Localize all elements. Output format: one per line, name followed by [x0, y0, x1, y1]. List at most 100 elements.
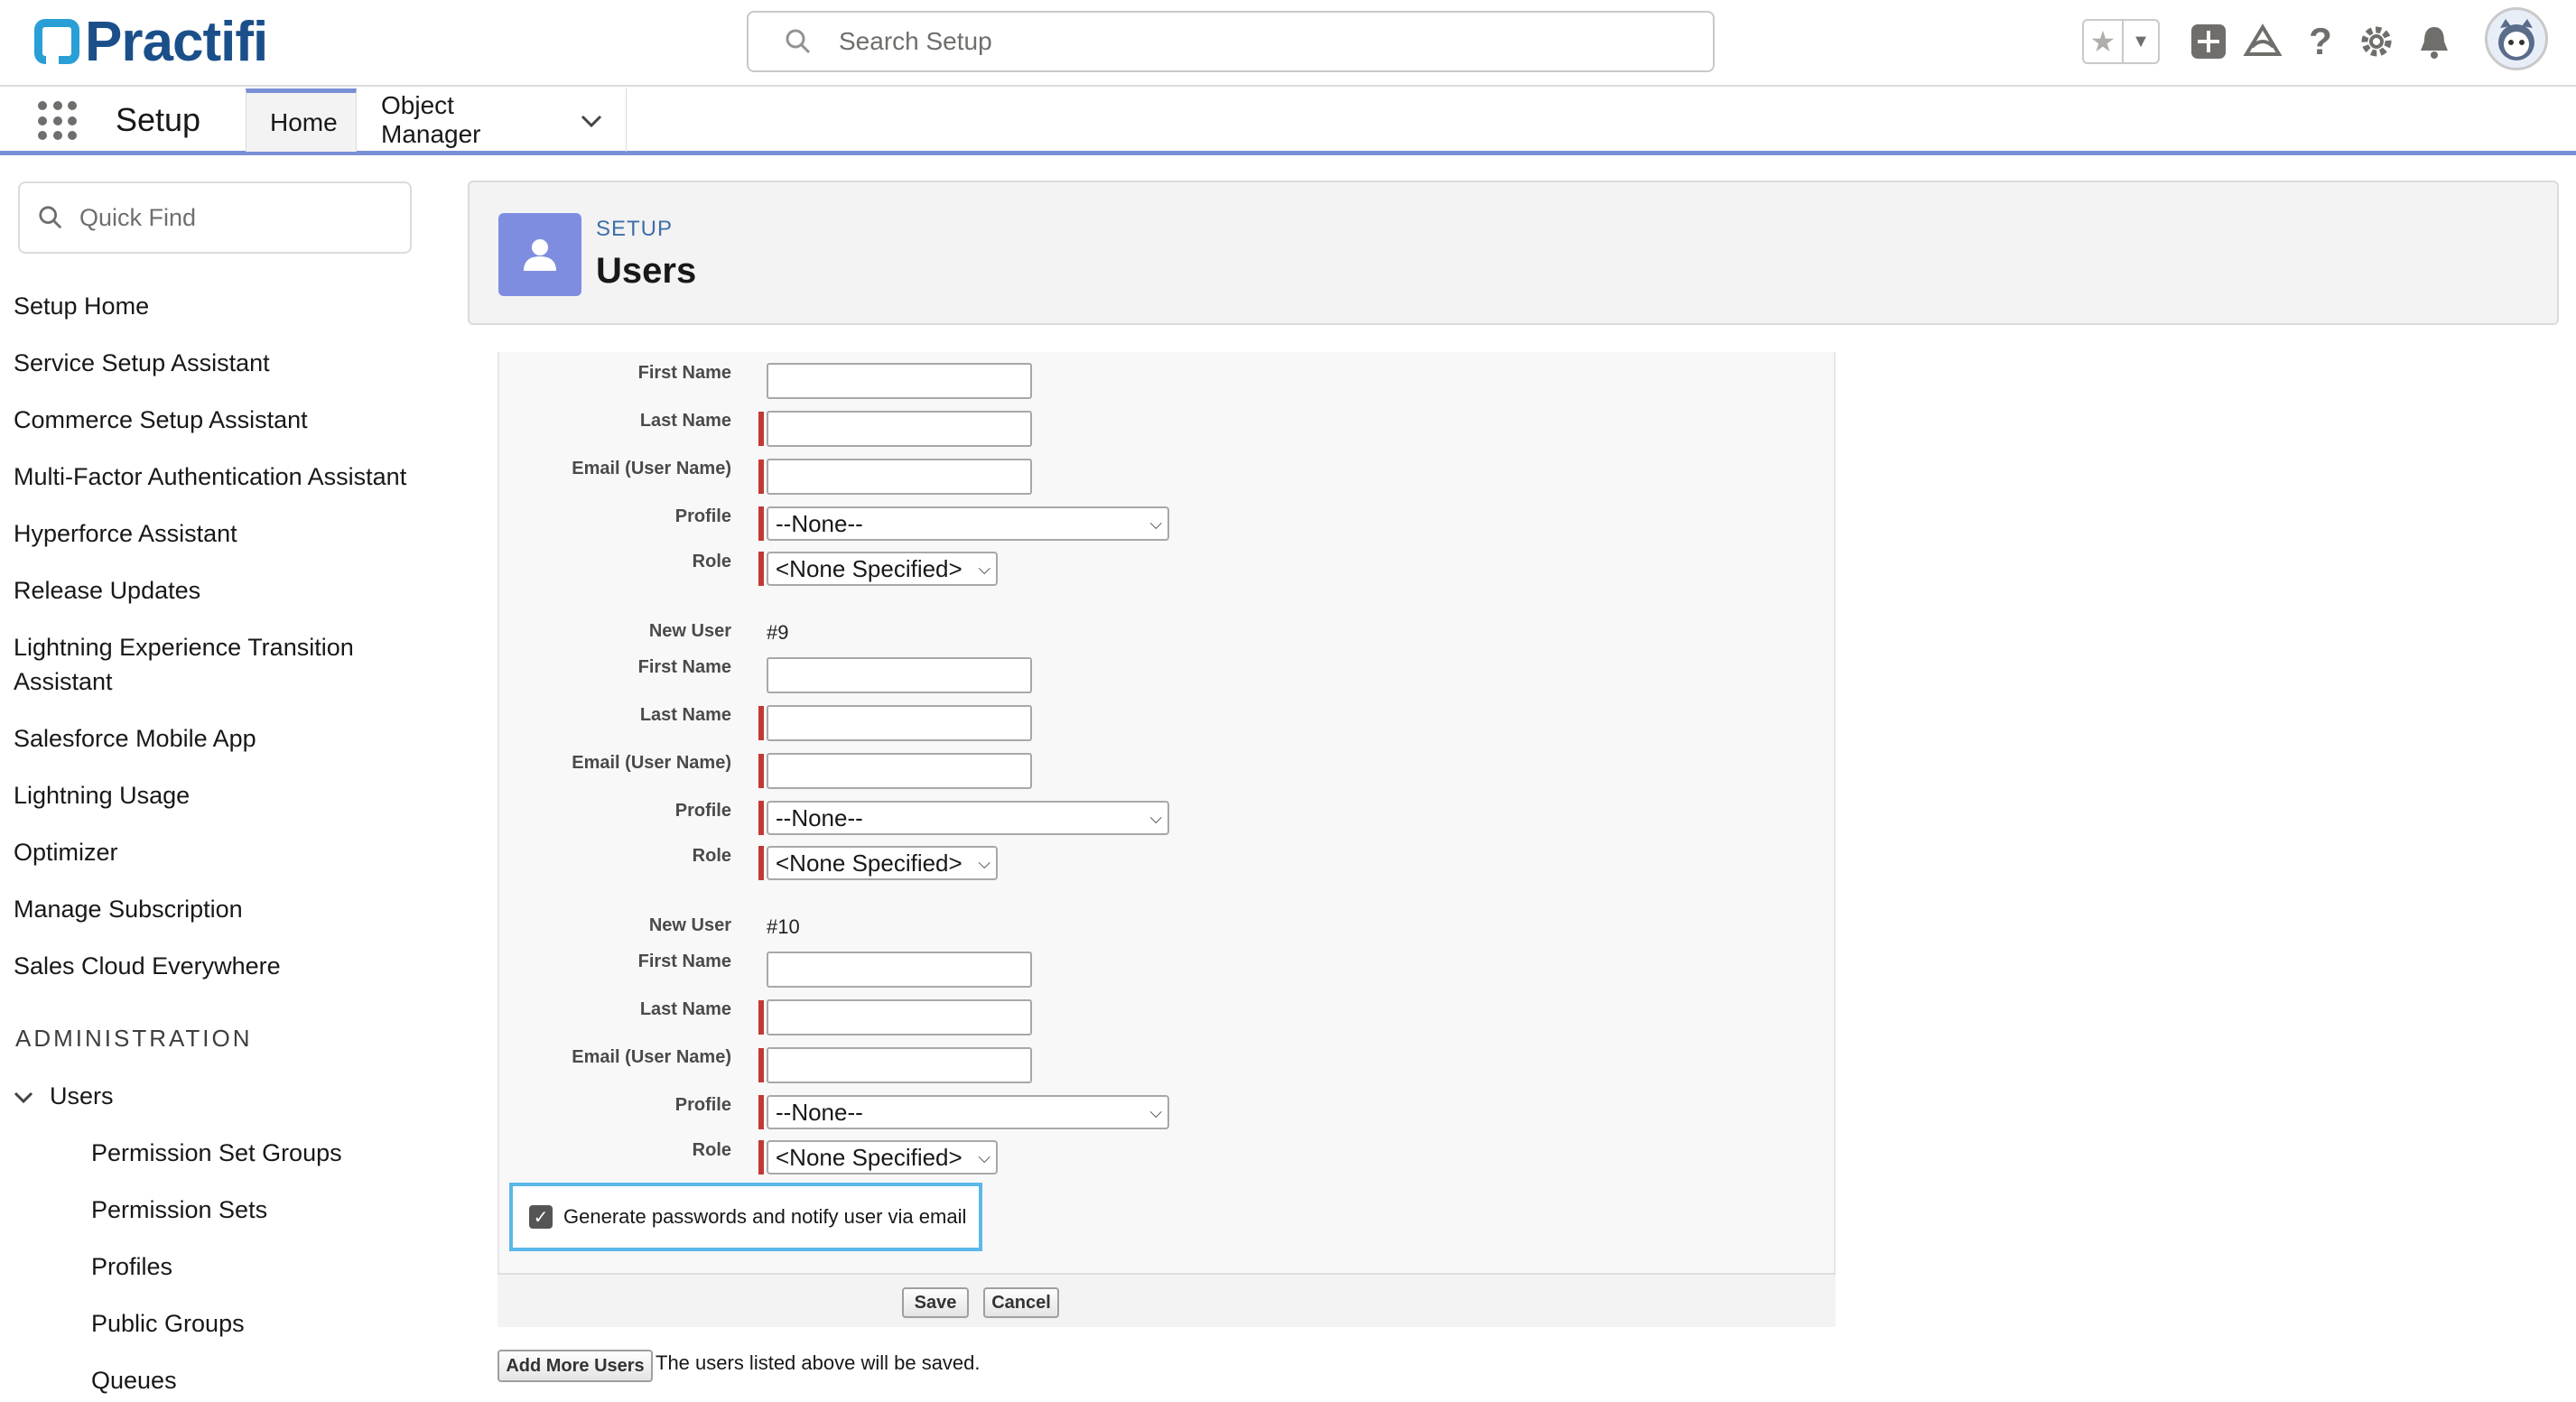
help-icon[interactable]: ?	[2301, 20, 2340, 62]
required-indicator	[758, 1000, 764, 1035]
chevron-down-icon: ⌵	[1149, 514, 1162, 533]
email-field[interactable]	[767, 753, 1032, 789]
chevron-down-icon: ⌵	[978, 853, 990, 872]
first-name-field[interactable]	[767, 363, 1032, 399]
favorite-star-icon[interactable]: ★	[2084, 21, 2122, 62]
sidebar-item-public-groups[interactable]: Public Groups	[91, 1306, 507, 1341]
chevron-down-icon[interactable]	[14, 1079, 33, 1113]
form-button-bar: Save Cancel	[498, 1273, 1836, 1327]
role-select[interactable]: <None Specified> ⌵	[767, 552, 998, 586]
role-label: Role	[692, 846, 731, 866]
sidebar-item-commerce-setup-assistant[interactable]: Commerce Setup Assistant	[14, 403, 429, 437]
last-name-field[interactable]	[767, 999, 1032, 1035]
app-launcher-icon[interactable]	[38, 101, 78, 141]
sidebar-item-users-label: Users	[50, 1082, 114, 1110]
quick-find-box[interactable]	[18, 181, 412, 254]
first-name-label: First Name	[637, 657, 731, 677]
role-select[interactable]: <None Specified> ⌵	[767, 1140, 998, 1175]
chevron-down-icon: ⌵	[978, 559, 990, 578]
sidebar-item-release-updates[interactable]: Release Updates	[14, 573, 429, 608]
logo-mark-icon	[34, 19, 79, 64]
setup-sidebar: Setup Home Service Setup Assistant Comme…	[0, 160, 446, 1402]
generate-passwords-option[interactable]: ✓ Generate passwords and notify user via…	[509, 1183, 982, 1251]
sidebar-item-setup-home[interactable]: Setup Home	[14, 289, 429, 323]
role-select[interactable]: <None Specified> ⌵	[767, 846, 998, 880]
sidebar-item-users[interactable]: Users	[14, 1079, 429, 1113]
required-indicator	[758, 1095, 764, 1129]
last-name-label: Last Name	[639, 999, 731, 1019]
practifi-logo[interactable]: Practifi	[34, 11, 268, 73]
logo-text: Practifi	[85, 10, 268, 73]
quick-find-input[interactable]	[79, 203, 405, 232]
chevron-down-icon: ⌵	[1149, 1102, 1162, 1121]
profile-select[interactable]: --None-- ⌵	[767, 1095, 1169, 1129]
sidebar-item-permission-set-groups[interactable]: Permission Set Groups	[91, 1136, 507, 1170]
generate-passwords-checkbox[interactable]: ✓	[529, 1205, 553, 1229]
app-nav-bar: Setup Home Object Manager	[0, 88, 2576, 155]
role-label: Role	[692, 1140, 731, 1160]
sidebar-item-optimizer[interactable]: Optimizer	[14, 835, 429, 869]
first-name-label: First Name	[637, 363, 731, 383]
required-indicator	[758, 552, 764, 586]
search-icon	[38, 205, 63, 230]
tab-object-manager[interactable]: Object Manager	[358, 88, 627, 152]
new-user-label: New User	[648, 621, 731, 641]
cancel-button[interactable]: Cancel	[983, 1287, 1059, 1318]
page-header: SETUP Users	[468, 181, 2559, 325]
first-name-field[interactable]	[767, 952, 1032, 988]
profile-select-value: --None--	[776, 1098, 863, 1126]
chevron-down-icon[interactable]	[581, 106, 602, 135]
sidebar-item-profiles[interactable]: Profiles	[91, 1249, 507, 1284]
global-actions-add-icon[interactable]	[2189, 22, 2228, 61]
sidebar-item-salesforce-mobile-app[interactable]: Salesforce Mobile App	[14, 721, 429, 756]
favorites-control[interactable]: ★ ▼	[2082, 19, 2160, 64]
profile-select-value: --None--	[776, 803, 863, 831]
sidebar-item-permission-sets[interactable]: Permission Sets	[91, 1193, 507, 1227]
profile-select[interactable]: --None-- ⌵	[767, 506, 1169, 541]
trailhead-icon[interactable]	[2243, 22, 2283, 61]
sidebar-item-mfa-assistant[interactable]: Multi-Factor Authentication Assistant	[14, 460, 429, 494]
form-panel	[498, 352, 1836, 1327]
search-icon	[785, 28, 812, 55]
profile-label: Profile	[674, 801, 731, 821]
sidebar-item-hyperforce-assistant[interactable]: Hyperforce Assistant	[14, 516, 429, 551]
required-indicator	[758, 846, 764, 880]
profile-select[interactable]: --None-- ⌵	[767, 801, 1169, 835]
required-indicator	[758, 412, 764, 446]
sidebar-item-manage-subscription[interactable]: Manage Subscription	[14, 892, 429, 926]
generate-passwords-label: Generate passwords and notify user via e…	[563, 1205, 967, 1228]
page-title: Users	[596, 251, 697, 291]
app-title: Setup	[116, 101, 201, 138]
sidebar-item-queues[interactable]: Queues	[91, 1363, 507, 1397]
email-label: Email (User Name)	[572, 753, 731, 773]
last-name-field[interactable]	[767, 705, 1032, 741]
profile-label: Profile	[674, 506, 731, 526]
last-name-label: Last Name	[639, 411, 731, 431]
tab-home[interactable]: Home	[246, 88, 357, 152]
save-note: The users listed above will be saved.	[656, 1351, 981, 1374]
required-indicator	[758, 460, 764, 494]
required-indicator	[758, 706, 764, 740]
add-more-users-button[interactable]: Add More Users	[498, 1350, 653, 1382]
chevron-down-icon: ⌵	[978, 1147, 990, 1166]
email-field[interactable]	[767, 1047, 1032, 1083]
sidebar-item-lightning-usage[interactable]: Lightning Usage	[14, 778, 429, 812]
global-header: Practifi ★ ▼ ?	[0, 0, 2576, 87]
global-search-input[interactable]	[839, 27, 1651, 56]
sidebar-item-service-setup-assistant[interactable]: Service Setup Assistant	[14, 346, 429, 380]
last-name-field[interactable]	[767, 411, 1032, 447]
chevron-down-icon: ⌵	[1149, 808, 1162, 827]
required-indicator	[758, 754, 764, 788]
favorites-dropdown-icon[interactable]: ▼	[2122, 21, 2158, 62]
global-search-box[interactable]	[747, 11, 1715, 72]
user-avatar[interactable]	[2485, 7, 2548, 70]
email-field[interactable]	[767, 459, 1032, 495]
first-name-field[interactable]	[767, 657, 1032, 693]
setup-gear-icon[interactable]	[2357, 22, 2396, 61]
sidebar-item-lightning-transition-assistant[interactable]: Lightning Experience Transition Assistan…	[14, 630, 393, 699]
tab-home-label: Home	[270, 107, 338, 136]
new-user-number: #10	[767, 915, 800, 938]
notifications-bell-icon[interactable]	[2414, 22, 2454, 61]
sidebar-item-sales-cloud-everywhere[interactable]: Sales Cloud Everywhere	[14, 949, 429, 983]
save-button[interactable]: Save	[902, 1287, 969, 1318]
